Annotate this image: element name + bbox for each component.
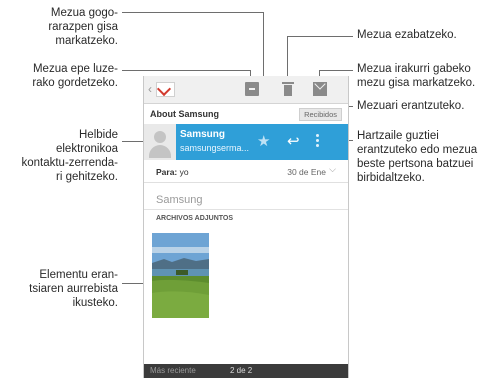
- recipient-label: Para: yo: [156, 167, 189, 177]
- recipient-row[interactable]: Para: yo 30 de Ene ⌵: [144, 160, 348, 183]
- callout-preview: Elementu eran- tsiaren aurrebista ikuste…: [29, 269, 118, 309]
- trash-icon[interactable]: [281, 82, 295, 96]
- back-icon[interactable]: ‹: [148, 82, 152, 96]
- callout-add-contact: Helbide elektronikoa kontaktu-zerrenda- …: [21, 129, 118, 183]
- star-icon[interactable]: ★: [257, 134, 270, 149]
- callout-reply-all: Hartzaile guztiei erantzuteko edo mezua …: [357, 130, 478, 184]
- chevron-down-icon[interactable]: ⌵: [329, 164, 336, 175]
- sender-name: Samsung: [180, 129, 226, 140]
- archive-icon[interactable]: [245, 82, 259, 96]
- attachments-label: ARCHIVOS ADJUNTOS: [156, 215, 234, 222]
- gmail-logo-icon: [156, 82, 175, 97]
- message-body: Samsung: [156, 194, 203, 206]
- callout-delete: Mezua ezabatzeko.: [357, 29, 457, 41]
- more-options-icon[interactable]: [316, 134, 319, 149]
- attachments-header: ARCHIVOS ADJUNTOS: [144, 209, 348, 228]
- leader-mark-unread: [319, 70, 353, 71]
- attachment-thumbnail[interactable]: [152, 233, 209, 318]
- newer-button[interactable]: Más reciente: [150, 366, 196, 375]
- avatar[interactable]: [144, 124, 176, 160]
- mail-unread-icon[interactable]: [313, 82, 327, 96]
- folder-badge[interactable]: Recibidos: [299, 108, 342, 121]
- sender-email: samsungserma...: [180, 143, 250, 153]
- message-position: 2 de 2: [230, 366, 253, 375]
- subject-row: About Samsung Recibidos: [144, 104, 348, 124]
- email-screen: ‹ About Samsung Recibidos Samsung samsun…: [143, 76, 349, 378]
- reply-icon[interactable]: ↩: [287, 134, 300, 149]
- callout-reply: Mezuari erantzuteko.: [357, 100, 465, 112]
- callout-save-later: Mezua epe luze- rako gordetzeko.: [32, 63, 118, 89]
- leader-delete: [287, 36, 353, 37]
- callout-favorite: Mezua gogo- rarazpen gisa markatzeko.: [48, 7, 118, 47]
- message-date: 30 de Ene: [287, 167, 326, 177]
- sender-row: Samsung samsungserma... ★ ↩: [144, 124, 348, 160]
- callout-mark-unread: Mezua irakurri gabeko mezu gisa markatze…: [357, 63, 476, 89]
- leader-save-later: [122, 70, 250, 71]
- toolbar: ‹: [144, 76, 348, 104]
- subject-title: About Samsung: [150, 109, 219, 119]
- leader-favorite: [122, 12, 263, 13]
- footer-bar: Más reciente 2 de 2: [144, 364, 348, 378]
- landscape-image: [152, 233, 209, 318]
